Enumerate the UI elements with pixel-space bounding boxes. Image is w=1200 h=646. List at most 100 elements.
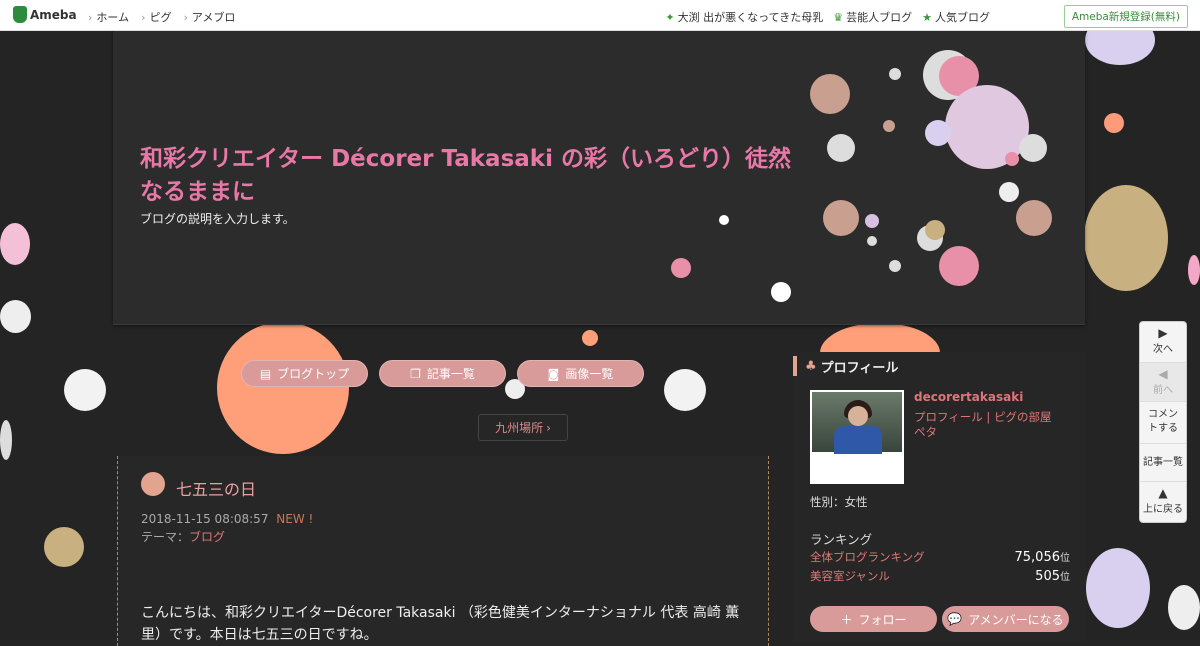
nav-link-trending-label: 大渕 出が悪くなってきた母乳 (677, 11, 824, 24)
follow-button[interactable]: ＋ フォロー (810, 606, 937, 632)
nav-link-ameblo[interactable]: アメブロ (183, 9, 235, 25)
avatar-figure (834, 426, 882, 454)
play-icon: ▶ (1158, 326, 1168, 340)
crown-icon: ♛ (833, 11, 844, 24)
blog-top-label: ブログトップ (277, 367, 350, 381)
background-dot (0, 420, 12, 460)
ranking-heading: ランキング (810, 532, 873, 547)
background-dot (0, 300, 31, 333)
background-dot (64, 369, 106, 411)
article-theme: テーマ：ブログ (141, 528, 225, 545)
next-button[interactable]: ▶ 次へ (1140, 322, 1186, 363)
ranking-row-genre: 美容室ジャンル 505位 (810, 568, 1070, 584)
star-icon: ✦ (665, 11, 675, 24)
profile-link[interactable]: プロフィール (914, 410, 983, 424)
document-icon: ▤ (259, 366, 272, 381)
comment-button[interactable]: コメントする (1140, 402, 1186, 444)
back-to-top-button[interactable]: ▲ 上に戻る (1140, 482, 1186, 522)
side-navigation: ▶ 次へ ◀ 前へ コメントする 記事一覧 ▲ 上に戻る (1139, 321, 1187, 523)
background-dot (0, 223, 30, 265)
side-article-list-label: 記事一覧 (1143, 457, 1183, 468)
previous-article-label: 九州場所 (495, 421, 544, 435)
member-label: アメンバーになる (968, 612, 1064, 627)
header-dot (810, 74, 850, 114)
avatar[interactable] (810, 390, 904, 484)
prev-label: 前へ (1153, 385, 1173, 396)
article-entry: 七五三の日 2018-11-15 08:08:57 NEW ! テーマ：ブログ … (117, 456, 769, 646)
prev-button[interactable]: ◀ 前へ (1140, 363, 1186, 402)
article-title[interactable]: 七五三の日 (176, 476, 256, 500)
triangle-up-icon: ▲ (1158, 486, 1168, 500)
article-body: こんにちは、和彩クリエイターDécorer Takasaki （彩色健美インター… (141, 605, 740, 643)
register-button[interactable]: Ameba新規登録(無料) (1063, 5, 1188, 28)
global-nav-bar: Ameba ホーム ピグ アメブロ ✦大渕 出が悪くなってきた母乳 ♛芸能人ブロ… (0, 0, 1200, 31)
clover-icon: ♣ (805, 358, 817, 374)
genre-rank-number: 505 (1035, 569, 1060, 584)
header-dot (1019, 134, 1047, 162)
header-dot (671, 258, 691, 278)
fish-icon (141, 472, 165, 496)
background-dot (1168, 585, 1200, 630)
image-list-button[interactable]: ◙ 画像一覧 (517, 360, 644, 387)
profile-links: プロフィール | ピグの部屋 ペタ (914, 410, 1052, 439)
background-dot (1086, 548, 1150, 628)
member-button[interactable]: 💬 アメンバーになる (942, 606, 1069, 632)
copy-icon: ❐ (410, 366, 421, 381)
plus-icon: ＋ (840, 612, 853, 627)
background-dot (582, 330, 598, 346)
comment-label: コメントする (1148, 409, 1178, 434)
theme-link[interactable]: ブログ (189, 530, 225, 544)
article-list-button[interactable]: ❐ 記事一覧 (379, 360, 506, 387)
nav-link-popular-blog[interactable]: ★ 人気ブログ (922, 9, 990, 25)
nav-link-home[interactable]: ホーム (88, 9, 129, 25)
profile-heading-label: プロフィール (820, 360, 899, 376)
side-article-list-button[interactable]: 記事一覧 (1140, 445, 1186, 482)
background-dot (1084, 185, 1168, 291)
header-dot (865, 214, 879, 228)
article-datetime: 2018-11-15 08:08:57 (141, 512, 269, 526)
camera-icon: ◙ (547, 366, 560, 381)
blog-top-button[interactable]: ▤ ブログトップ (241, 360, 368, 387)
header-dot (823, 200, 859, 236)
profile-username[interactable]: decorertakasaki (914, 390, 1023, 404)
header-dot (889, 260, 901, 272)
ameba-logo-icon (13, 6, 27, 23)
profile-sex: 性別：女性 (810, 495, 868, 509)
ameba-logo-text: Ameba (30, 7, 77, 22)
genre-ranking-link[interactable]: 美容室ジャンル (810, 568, 890, 584)
avatar-face (848, 406, 868, 426)
header-dot (883, 120, 895, 132)
header-dot (771, 282, 791, 302)
header-dot (867, 236, 877, 246)
background-dot (1188, 255, 1200, 285)
header-dot (889, 68, 901, 80)
header-dot (999, 182, 1019, 202)
pigg-room-link[interactable]: ピグの部屋 (994, 410, 1052, 424)
nav-link-popular-label: 人気ブログ (935, 11, 990, 24)
chevron-right-icon: › (546, 420, 551, 435)
rank-unit: 位 (1060, 572, 1070, 583)
blog-title[interactable]: 和彩クリエイター Décorer Takasaki の彩（いろどり）徒然なるまま… (140, 143, 810, 209)
overall-rank-number: 75,056 (1014, 550, 1061, 565)
background-dot (44, 527, 84, 567)
back-to-top-label: 上に戻る (1143, 504, 1183, 515)
nav-link-pigg[interactable]: ピグ (141, 9, 171, 25)
overall-ranking-link[interactable]: 全体ブログランキング (810, 549, 925, 565)
header-dot (1016, 200, 1052, 236)
star-icon: ★ (922, 11, 932, 24)
header-dot (939, 246, 979, 286)
nav-link-celebrity-label: 芸能人ブログ (846, 11, 913, 24)
peta-link[interactable]: ペタ (914, 425, 937, 439)
blog-description: ブログの説明を入力します。 (140, 212, 295, 226)
background-dot (217, 322, 349, 454)
header-dot (925, 120, 951, 146)
header-dot (827, 134, 855, 162)
ameba-logo[interactable]: Ameba (13, 6, 77, 23)
chat-icon: 💬 (947, 612, 963, 626)
image-list-label: 画像一覧 (565, 367, 614, 381)
nav-link-celebrity-blog[interactable]: ♛ 芸能人ブログ (833, 9, 912, 25)
global-nav-left: ホーム ピグ アメブロ (88, 9, 235, 25)
nav-link-trending[interactable]: ✦ 大渕 出が悪くなってきた母乳 (665, 9, 823, 25)
article-list-label: 記事一覧 (426, 367, 475, 381)
previous-article-chip[interactable]: 九州場所 › (478, 414, 568, 441)
